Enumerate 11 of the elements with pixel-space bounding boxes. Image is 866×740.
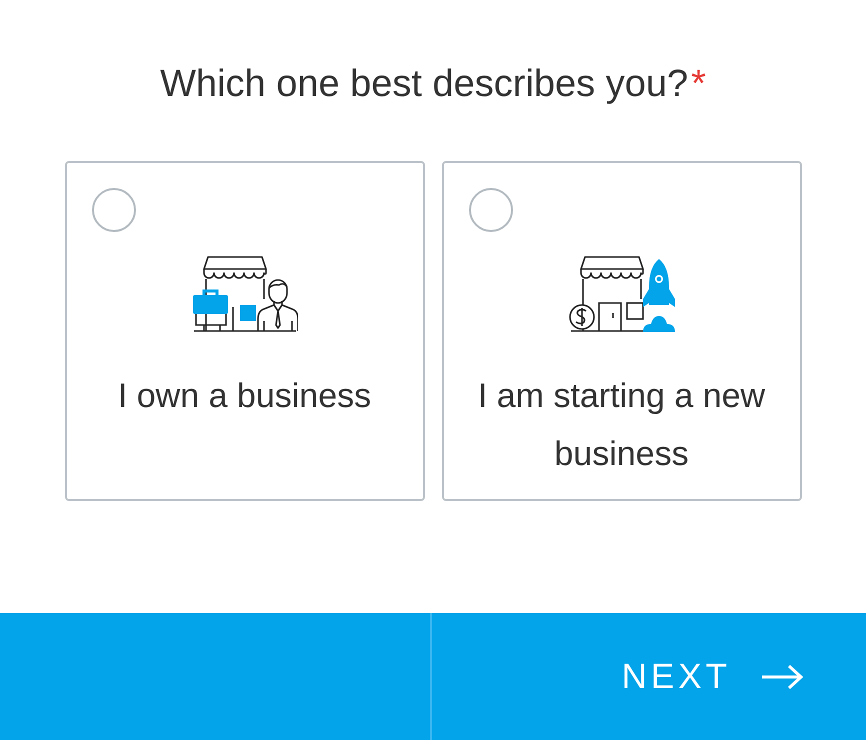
radio-button[interactable] [468,188,512,232]
radio-button[interactable] [92,188,136,232]
required-mark: * [691,63,706,105]
option-label: I am starting a new business [476,376,766,475]
store-with-coin-and-rocket-icon [568,255,674,335]
store-with-briefcase-and-person-icon [192,255,298,335]
option-card[interactable]: I own a business [64,161,424,501]
arrow-right-icon [761,664,803,690]
option-label: I own a business [116,376,372,417]
question-title: Which one best describes you?* [160,62,706,107]
option-card[interactable]: I am starting a new business [442,161,802,501]
